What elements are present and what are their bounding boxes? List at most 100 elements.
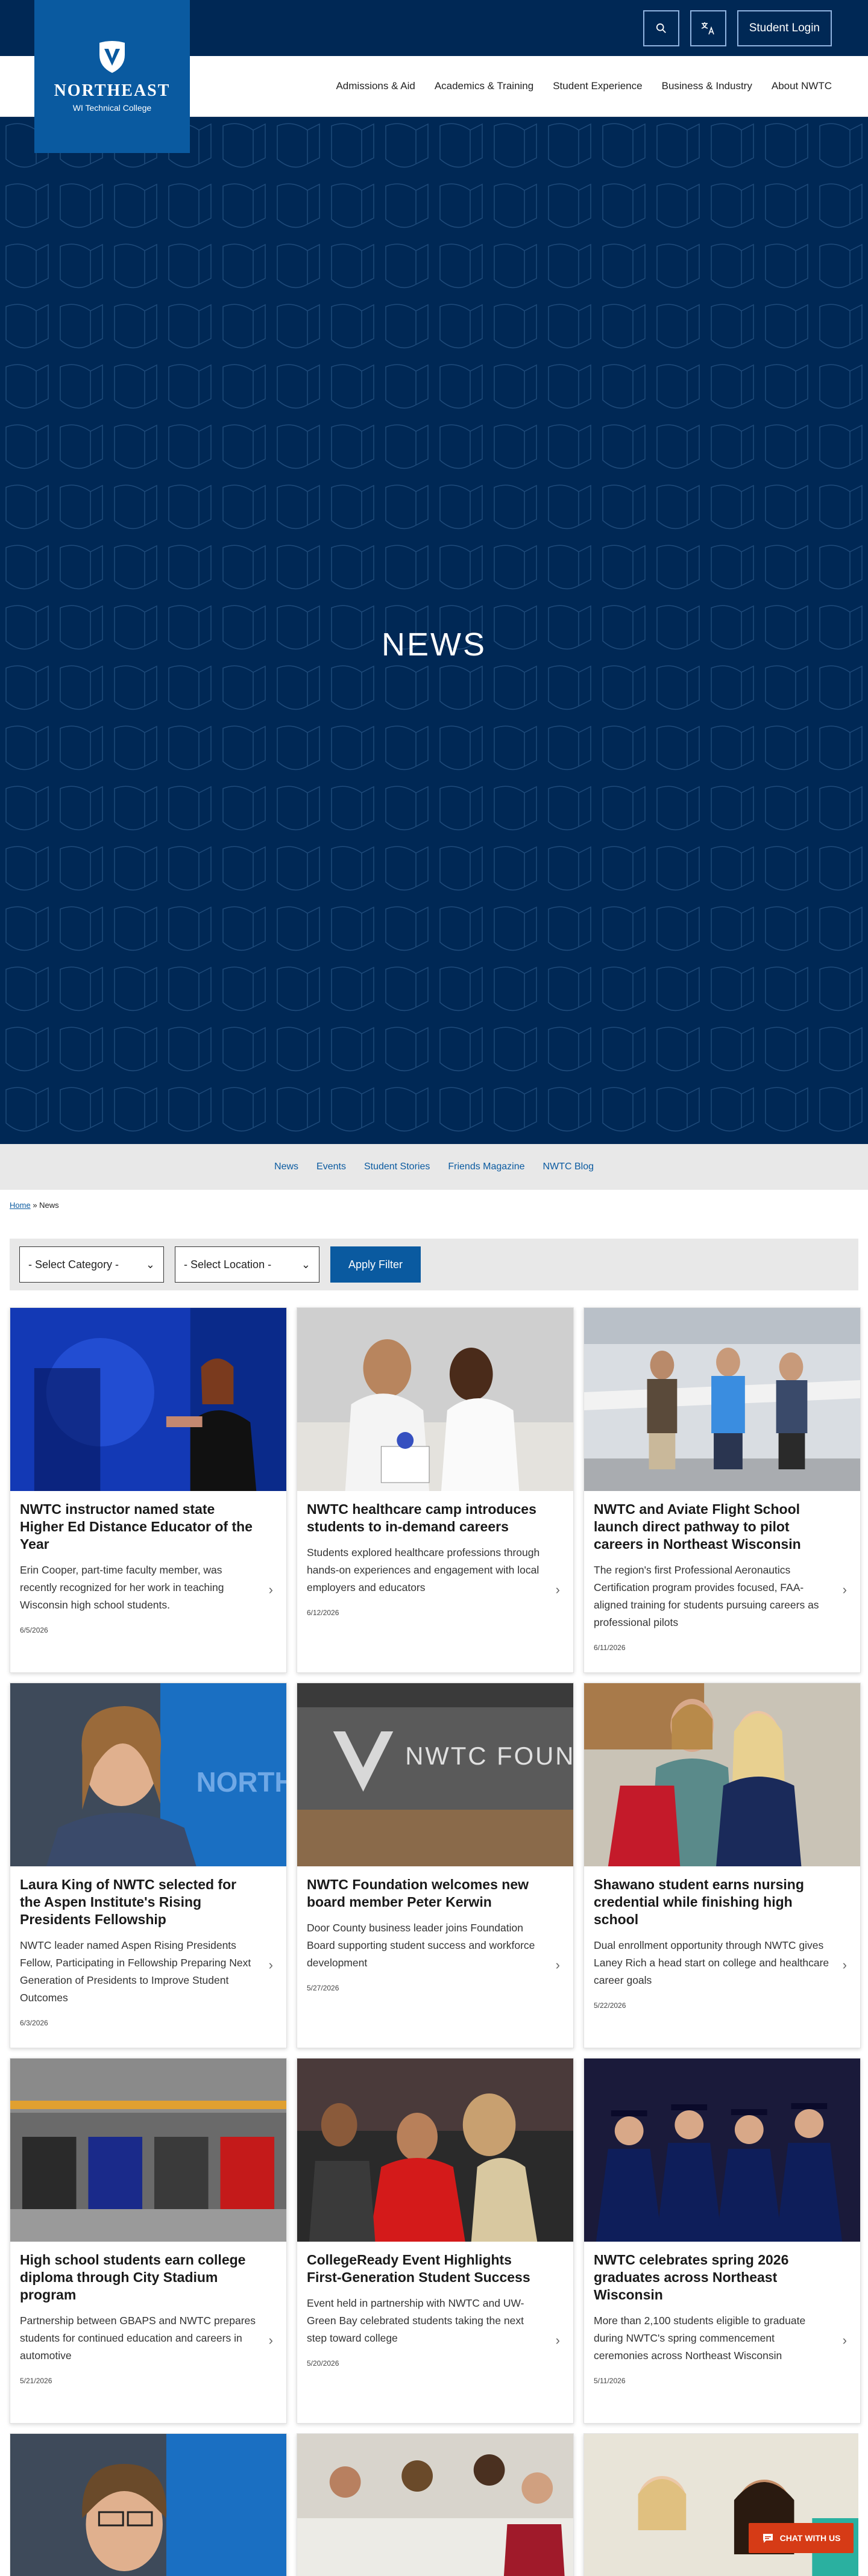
subnav-friends-magazine[interactable]: Friends Magazine: [448, 1161, 524, 1172]
language-button[interactable]: [690, 10, 726, 46]
news-card[interactable]: High school students earn college diplom…: [10, 2058, 287, 2424]
news-card-image: [10, 2434, 286, 2576]
news-card-description: Door County business leader joins Founda…: [307, 1922, 535, 1969]
news-card-image: [10, 1308, 286, 1491]
news-card-title: NWTC and Aviate Flight School launch dir…: [594, 1501, 801, 1552]
nav-item-business[interactable]: Business & Industry: [662, 80, 752, 92]
news-card-title: Shawano student earns nursing credential…: [594, 1877, 804, 1927]
chevron-right-icon: ›: [555, 1957, 560, 1972]
news-card-title: Laura King of NWTC selected for the Aspe…: [20, 1877, 237, 1927]
news-card-image: [297, 2059, 573, 2242]
news-card-description: Dual enrollment opportunity through NWTC…: [594, 1939, 829, 1986]
news-card[interactable]: NWTC and Aviate Flight School launch dir…: [583, 1307, 861, 1673]
news-card-title: NWTC Foundation welcomes new board membe…: [307, 1877, 529, 1910]
chat-icon: [763, 2534, 773, 2543]
news-card-title: High school students earn college diplom…: [20, 2252, 246, 2302]
news-card-description: Event held in partnership with NWTC and …: [307, 2297, 524, 2344]
subnav-blog[interactable]: NWTC Blog: [543, 1161, 594, 1172]
chevron-right-icon: ›: [842, 1957, 847, 1972]
news-card[interactable]: NWTC celebrates spring 2026 graduates ac…: [583, 2058, 861, 2424]
logo-name: NORTHEAST: [54, 81, 171, 100]
nav-item-about[interactable]: About NWTC: [772, 80, 832, 92]
news-card-description: The region's first Professional Aeronaut…: [594, 1564, 819, 1628]
search-button[interactable]: [643, 10, 679, 46]
news-card-image: NWTC FOUNDATION: [297, 1683, 573, 1866]
news-card[interactable]: NWTC healthcare camp introduces students…: [297, 1307, 574, 1673]
shield-logo-icon: [99, 41, 125, 73]
news-card-image: NORTHEA: [10, 1683, 286, 1866]
chevron-right-icon: ›: [842, 2333, 847, 2348]
news-card-image: [297, 2434, 573, 2576]
chat-button-label: CHAT WITH US: [779, 2533, 841, 2543]
news-card[interactable]: NWTC instructor named state Higher Ed Di…: [10, 1307, 287, 1673]
news-card-title: CollegeReady Event Highlights First-Gene…: [307, 2252, 530, 2285]
chevron-down-icon: ⌄: [145, 1258, 155, 1271]
news-card[interactable]: NORTHEA Laura King of NWTC selected for …: [10, 1683, 287, 2048]
news-grid-next-row: [10, 2433, 858, 2576]
student-login-button[interactable]: Student Login: [737, 10, 832, 46]
news-card[interactable]: NWTC FOUNDATION NWTC Foundation welcomes…: [297, 1683, 574, 2048]
nav-item-student-experience[interactable]: Student Experience: [553, 80, 642, 92]
news-card-title: NWTC celebrates spring 2026 graduates ac…: [594, 2252, 789, 2302]
breadcrumb: Home » News: [0, 1190, 868, 1221]
news-card-image: [584, 2059, 860, 2242]
news-card-image: [297, 1308, 573, 1491]
translate-icon: [701, 22, 714, 35]
news-grid: NWTC instructor named state Higher Ed Di…: [10, 1307, 861, 2424]
news-card-date: 5/21/2026: [20, 2377, 52, 2385]
chevron-right-icon: ›: [842, 1582, 847, 1597]
search-icon: [656, 23, 666, 33]
location-select[interactable]: - Select Location - ⌄: [175, 1246, 319, 1283]
logo-subtitle: WI Technical College: [72, 103, 152, 113]
news-card-date: 5/27/2026: [307, 1984, 339, 1992]
chat-button[interactable]: CHAT WITH US: [749, 2523, 854, 2553]
subnav-student-stories[interactable]: Student Stories: [364, 1161, 430, 1172]
utility-actions: Student Login: [643, 10, 832, 46]
news-card-description: NWTC leader named Aspen Rising President…: [20, 1939, 251, 2004]
news-card-date: 6/11/2026: [594, 1643, 626, 1652]
news-card-title: NWTC healthcare camp introduces students…: [307, 1501, 536, 1534]
chevron-down-icon: ⌄: [301, 1258, 310, 1271]
news-card-image: [584, 1683, 860, 1866]
nav-item-admissions[interactable]: Admissions & Aid: [336, 80, 415, 92]
news-card-description: Partnership between GBAPS and NWTC prepa…: [20, 2315, 256, 2362]
news-card-description: More than 2,100 students eligible to gra…: [594, 2315, 806, 2362]
chevron-right-icon: ›: [555, 1582, 560, 1597]
category-select-value: - Select Category -: [28, 1258, 119, 1271]
news-card[interactable]: CollegeReady Event Highlights First-Gene…: [297, 2058, 574, 2424]
news-card[interactable]: [583, 2433, 858, 2576]
chevron-right-icon: ›: [268, 1957, 273, 1972]
news-card-date: 6/12/2026: [307, 1608, 339, 1617]
news-card-image: [584, 1308, 860, 1491]
hero-banner: NEWS: [0, 117, 868, 1144]
news-card[interactable]: [10, 2433, 287, 2576]
nav-item-academics[interactable]: Academics & Training: [435, 80, 533, 92]
news-card-date: 6/3/2026: [20, 2019, 48, 2027]
news-card[interactable]: Shawano student earns nursing credential…: [583, 1683, 861, 2048]
breadcrumb-home[interactable]: Home: [10, 1201, 31, 1210]
chevron-right-icon: ›: [268, 2333, 273, 2348]
news-card[interactable]: [297, 2433, 574, 2576]
breadcrumb-separator: »: [33, 1201, 37, 1210]
news-card-date: 5/11/2026: [594, 2377, 626, 2385]
news-card-date: 6/5/2026: [20, 1626, 48, 1634]
news-card-date: 5/22/2026: [594, 2001, 626, 2010]
filter-bar: - Select Category - ⌄ - Select Location …: [10, 1239, 858, 1290]
backdrop-text: NORTHEA: [197, 1766, 286, 1798]
category-select[interactable]: - Select Category - ⌄: [19, 1246, 164, 1283]
chevron-right-icon: ›: [268, 1582, 273, 1597]
page-title: NEWS: [382, 627, 486, 663]
news-card-description: Students explored healthcare professions…: [307, 1546, 540, 1593]
college-logo[interactable]: NORTHEAST WI Technical College: [34, 0, 190, 153]
foundation-sign-text: NWTC FOUNDATION: [405, 1742, 573, 1770]
subnav-news[interactable]: News: [274, 1161, 298, 1172]
location-select-value: - Select Location -: [184, 1258, 272, 1271]
news-card-title: NWTC instructor named state Higher Ed Di…: [20, 1501, 253, 1552]
breadcrumb-current: News: [39, 1201, 59, 1210]
news-card-date: 5/20/2026: [307, 2359, 339, 2368]
chevron-right-icon: ›: [555, 2333, 560, 2348]
news-card-description: Erin Cooper, part-time faculty member, w…: [20, 1564, 224, 1611]
apply-filter-button[interactable]: Apply Filter: [330, 1246, 421, 1283]
subnav-events[interactable]: Events: [316, 1161, 346, 1172]
news-card-image: [10, 2059, 286, 2242]
